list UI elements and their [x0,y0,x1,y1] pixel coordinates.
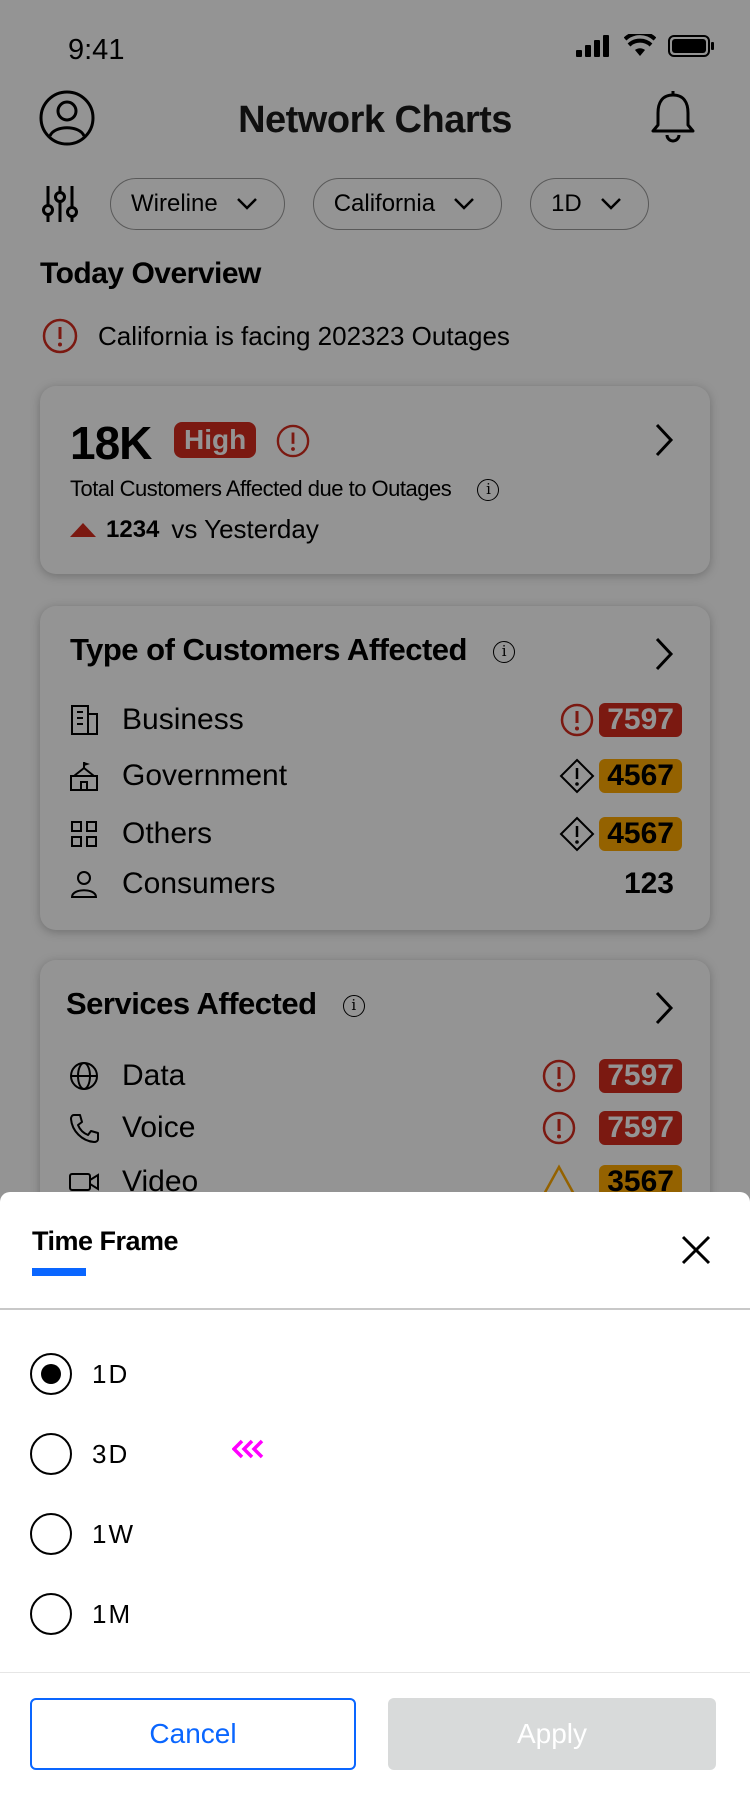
timeframe-option-label: 1W [92,1518,135,1549]
close-icon[interactable] [680,1234,712,1266]
radio-unselected[interactable] [30,1593,72,1635]
radio-selected[interactable] [30,1353,72,1395]
radio-unselected[interactable] [30,1433,72,1475]
cancel-button[interactable]: Cancel [30,1698,356,1770]
timeframe-option-label: 1D [92,1358,130,1389]
timeframe-option-1d[interactable]: 1D [30,1352,129,1396]
timeframe-option-label: 1M [92,1598,133,1629]
timeframe-option-1w[interactable]: 1W [30,1512,135,1556]
timeframe-option-1m[interactable]: 1M [30,1592,132,1636]
pointer-chevrons-icon [232,1439,264,1459]
footer-divider [0,1672,750,1673]
radio-unselected[interactable] [30,1513,72,1555]
timeframe-option-label: 3D [92,1438,130,1469]
apply-button[interactable]: Apply [388,1698,716,1770]
sheet-title: Time Frame [32,1226,179,1256]
sheet-title-underline [32,1268,86,1276]
sheet-divider [0,1308,750,1310]
timeframe-option-3d[interactable]: 3D [30,1432,129,1476]
time-frame-sheet: Time Frame 1D 3D 1W 1M Cancel Apply [0,1192,750,1794]
